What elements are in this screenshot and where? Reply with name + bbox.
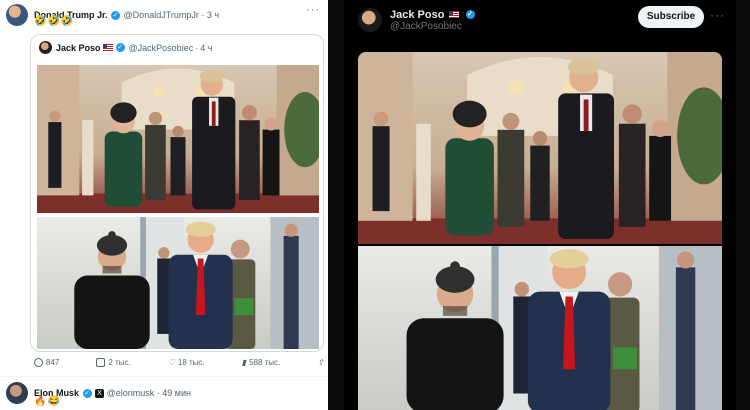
avatar[interactable] [6,4,28,26]
separator-dot: · [201,9,205,20]
reply-icon [34,358,43,367]
photo-office[interactable] [37,217,319,349]
repost-button[interactable]: 2 тыс. [96,358,131,367]
reply-time[interactable]: 49 мин [162,388,191,398]
author-handle[interactable]: @DonaldJTrumpJr [124,10,199,20]
views-button[interactable]: ▮ 588 тыс. [242,358,281,367]
share-icon: ⇧ [317,358,324,367]
like-button[interactable]: ♡ 18 тыс. [168,358,205,367]
repost-icon [96,358,106,367]
author-handle[interactable]: @JackPosobiec [390,21,476,32]
view-count: 588 тыс. [249,358,281,367]
quoted-post-time: 4 ч [200,42,213,53]
right-feed-panel: Jack Poso ✓ @JackPosobiec Subscribe ··· [344,0,736,410]
verified-badge-icon: ✓ [115,43,125,52]
quoted-post[interactable]: Jack Poso ✓ @JackPosobiec · 4 ч [30,34,324,352]
author-name: Jack Poso [390,8,445,21]
post-actions: 847 2 тыс. ♡ 18 тыс. ▮ 588 тыс. ⇧ [34,358,324,367]
more-options-icon[interactable]: ··· [710,8,725,22]
author-block: Jack Poso ✓ @JackPosobiec [390,9,476,32]
repost-count: 2 тыс. [108,358,131,367]
verified-badge-icon: ✓ [82,389,92,399]
quoted-author-handle: @JackPosobiec [128,42,194,53]
reply-text: 🔥😂 [34,396,61,407]
share-button[interactable]: ⇧ [317,358,324,367]
reply-button[interactable]: 847 [34,358,59,367]
x-badge-icon: X [95,389,105,399]
divider [0,376,328,377]
avatar [39,41,52,54]
verified-badge-icon: ✓ [465,10,475,20]
views-icon: ▮ [241,358,247,367]
reply-author-handle[interactable]: @elonmusk [107,388,155,398]
quoted-author-name: Jack Poso [56,42,101,53]
photo-office[interactable] [358,246,722,410]
photo-hallway[interactable] [358,52,722,244]
author-name-row[interactable]: Jack Poso ✓ [390,9,476,21]
left-feed-panel: Donald Trump Jr. ✓ @DonaldJTrumpJr · 3 ч… [0,0,328,410]
verified-badge-icon: ✓ [111,11,121,21]
subscribe-button[interactable]: Subscribe [638,6,704,28]
photo-hallway[interactable] [37,65,319,213]
post-text: 🤣🤣🤣 [34,16,75,27]
reply-count: 847 [46,358,60,367]
post-header: Jack Poso ✓ @JackPosobiec [358,8,476,32]
avatar[interactable] [6,382,28,404]
more-options-icon[interactable]: ··· [306,4,320,16]
avatar[interactable] [358,8,382,32]
separator-dot: · [195,42,199,53]
us-flag-icon [102,44,113,51]
heart-icon: ♡ [167,358,175,367]
like-count: 18 тыс. [177,358,205,367]
quoted-post-header: Jack Poso ✓ @JackPosobiec · 4 ч [39,41,212,54]
post-time[interactable]: 3 ч [207,10,219,20]
separator-dot: · [156,387,160,398]
us-flag-icon [449,11,460,19]
